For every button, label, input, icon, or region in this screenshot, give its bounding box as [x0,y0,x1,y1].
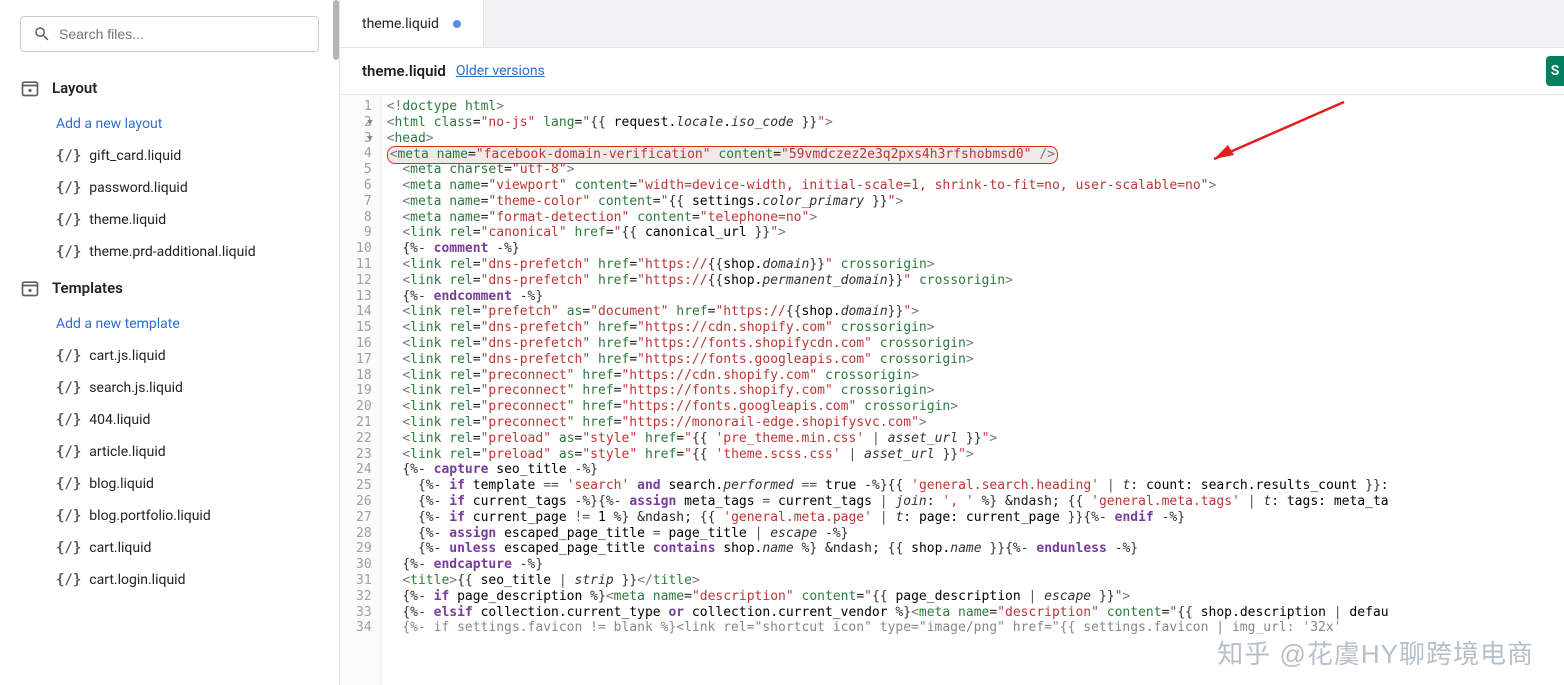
unsaved-dot-icon [453,20,461,28]
sidebar: Layout Add a new layout {/} gift_card.liq… [0,0,340,685]
file-name: cart.login.liquid [89,572,185,588]
liquid-icon: {/} [56,572,81,588]
code-area[interactable]: <!doctype html><html class="no-js" lang=… [381,95,1564,685]
file-name: article.liquid [89,444,165,460]
file-name: search.js.liquid [89,380,183,396]
file-item[interactable]: {/} blog.portfolio.liquid [0,500,339,532]
section-title: Layout [52,79,97,97]
line-gutter: 12▼3▼45678910111213141516171819202122232… [340,95,381,685]
file-item[interactable]: {/} 404.liquid [0,404,339,436]
older-versions-link[interactable]: Older versions [456,63,545,79]
sidebar-scrollbar[interactable] [333,0,339,685]
liquid-icon: {/} [56,348,81,364]
file-name: blog.liquid [89,476,154,492]
tab-bar: theme.liquid [340,0,1564,48]
liquid-icon: {/} [56,412,81,428]
liquid-icon: {/} [56,508,81,524]
liquid-icon: {/} [56,148,81,164]
file-name: password.liquid [89,180,187,196]
file-item[interactable]: {/} cart.liquid [0,532,339,564]
file-name: gift_card.liquid [89,148,181,164]
file-title: theme.liquid [362,62,446,80]
file-name: theme.prd-additional.liquid [89,244,255,260]
add-template-link[interactable]: Add a new template [0,308,339,340]
liquid-icon: {/} [56,244,81,260]
file-item[interactable]: {/} search.js.liquid [0,372,339,404]
file-item[interactable]: {/} blog.liquid [0,468,339,500]
file-name: 404.liquid [89,412,150,428]
file-item[interactable]: {/} article.liquid [0,436,339,468]
section-layout-header[interactable]: Layout [0,68,339,108]
liquid-icon: {/} [56,540,81,556]
liquid-icon: {/} [56,380,81,396]
section-title: Templates [52,279,123,297]
liquid-icon: {/} [56,180,81,196]
tab-label: theme.liquid [362,16,439,32]
file-name: theme.liquid [89,212,166,228]
tab-theme-liquid[interactable]: theme.liquid [340,0,484,47]
save-button[interactable]: S [1546,56,1564,86]
file-name: cart.liquid [89,540,151,556]
search-input[interactable] [59,26,306,42]
file-item[interactable]: {/} gift_card.liquid [0,140,339,172]
liquid-icon: {/} [56,212,81,228]
file-item[interactable]: {/} cart.js.liquid [0,340,339,372]
arrow-icon [1194,97,1354,177]
section-templates-header[interactable]: Templates [0,268,339,308]
file-name: cart.js.liquid [89,348,165,364]
folder-add-icon [20,78,40,98]
file-name: blog.portfolio.liquid [89,508,210,524]
main: theme.liquid theme.liquid Older versions… [340,0,1564,685]
folder-add-icon [20,278,40,298]
breadcrumb: theme.liquid Older versions S [340,48,1564,95]
file-item[interactable]: {/} cart.login.liquid [0,564,339,596]
file-item[interactable]: {/} theme.prd-additional.liquid [0,236,339,268]
search-input-wrap[interactable] [20,16,319,52]
liquid-icon: {/} [56,476,81,492]
file-item[interactable]: {/} password.liquid [0,172,339,204]
code-editor[interactable]: 12▼3▼45678910111213141516171819202122232… [340,95,1564,685]
liquid-icon: {/} [56,444,81,460]
add-layout-link[interactable]: Add a new layout [0,108,339,140]
search-icon [33,25,51,43]
file-item[interactable]: {/} theme.liquid [0,204,339,236]
